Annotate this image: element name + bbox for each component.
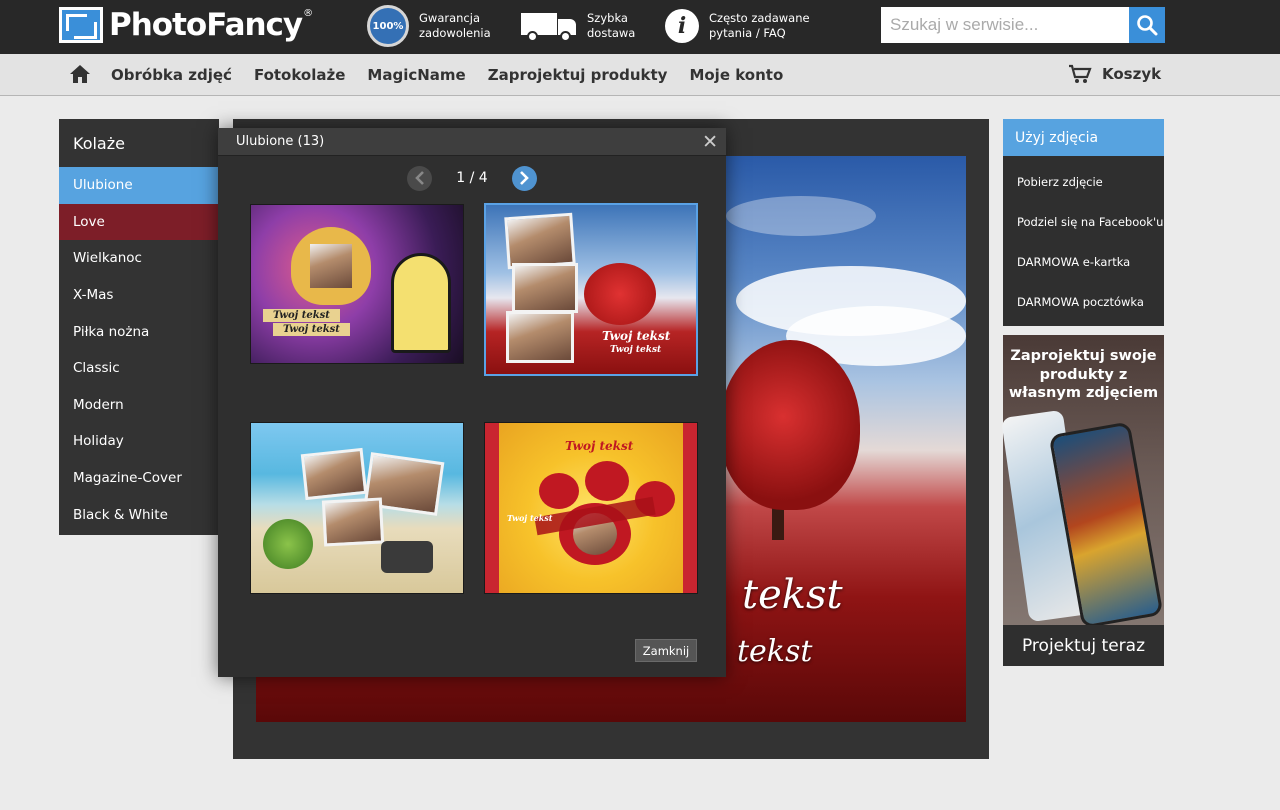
heart-tree: [584, 263, 656, 325]
sidebar-item-favorites[interactable]: Ulubione: [59, 167, 219, 204]
thumb-photo: [504, 212, 576, 270]
nav-collages[interactable]: Fotokolaże: [254, 66, 345, 84]
favorite-thumb-3[interactable]: [250, 422, 464, 594]
favorite-thumb-4[interactable]: Twoj tekst Twoj tekst: [484, 422, 698, 594]
heart-frame: [539, 473, 579, 509]
feature-guarantee[interactable]: 100% Gwarancja zadowolenia: [367, 5, 491, 47]
pager: 1 / 4: [218, 165, 726, 191]
logo-registered: ®: [303, 8, 314, 19]
feature-line2: pytania / FAQ: [709, 26, 786, 40]
home-icon: [70, 65, 90, 83]
nav-magicname[interactable]: MagicName: [367, 66, 465, 84]
use-photo-panel: Użyj zdjęcia Pobierz zdjęcie Podziel się…: [1003, 119, 1164, 326]
favorite-thumb-2[interactable]: Twoj tekst Twoj tekst: [484, 203, 698, 376]
sidebar-item-holiday[interactable]: Holiday: [59, 423, 219, 460]
thumb-label: Twoj tekst: [565, 439, 634, 453]
feature-faq[interactable]: i Często zadawane pytania / FAQ: [665, 6, 810, 46]
search-input[interactable]: [881, 7, 1129, 43]
sidebar-item-black-white[interactable]: Black & White: [59, 496, 219, 533]
info-icon: i: [665, 9, 699, 43]
sidebar-item-xmas[interactable]: X-Mas: [59, 277, 219, 314]
thumb-label: Twoj tekst: [507, 513, 553, 523]
cartoon-couple: [391, 253, 451, 353]
prev-page-button[interactable]: [407, 165, 433, 191]
next-page-button[interactable]: [511, 165, 537, 191]
share-facebook-link[interactable]: Podziel się na Facebook'u: [1003, 202, 1164, 242]
thumb-photo: [307, 241, 355, 291]
sidebar-item-easter[interactable]: Wielkanoc: [59, 240, 219, 277]
feature-line2: dostawa: [587, 26, 636, 40]
top-header: PhotoFancy ® 100% Gwarancja zadowolenia …: [0, 0, 1280, 54]
close-icon[interactable]: ✕: [702, 132, 718, 152]
feature-line1: Gwarancja: [419, 11, 480, 25]
search-button[interactable]: [1129, 7, 1165, 43]
free-ecard-link[interactable]: DARMOWA e-kartka: [1003, 242, 1164, 282]
feature-line1: Szybka: [587, 11, 628, 25]
search-bar: [881, 7, 1165, 43]
nav-design-products[interactable]: Zaprojektuj produkty: [488, 66, 668, 84]
page-indicator: 1 / 4: [456, 170, 488, 186]
feature-line1: Często zadawane: [709, 11, 810, 25]
thumb-label: Twoj tekst: [610, 345, 662, 355]
thumb-label: Twoj tekst: [602, 329, 671, 343]
design-now-button[interactable]: Projektuj teraz: [1003, 625, 1164, 666]
logo[interactable]: PhotoFancy ®: [59, 6, 313, 44]
thumb-label: Twoj tekst: [263, 309, 340, 322]
free-postcard-link[interactable]: DARMOWA pocztówka: [1003, 282, 1164, 322]
thumb-photo: [512, 263, 578, 313]
favorite-thumb-1[interactable]: Twoj tekst Twoj tekst: [250, 204, 464, 364]
sidebar-item-football[interactable]: Piłka nożna: [59, 313, 219, 350]
modal-title: Ulubione (13): [218, 128, 726, 156]
sidebar-item-modern[interactable]: Modern: [59, 387, 219, 424]
feature-line2: zadowolenia: [419, 26, 491, 40]
collage-sidebar: Kolaże Ulubione Love Wielkanoc X-Mas Pił…: [59, 119, 219, 535]
thumb-label: Twoj tekst: [273, 323, 350, 336]
cart-label: Koszyk: [1102, 65, 1162, 83]
logo-text: PhotoFancy: [109, 7, 303, 43]
home-button[interactable]: [69, 64, 91, 88]
sidebar-title: Kolaże: [73, 134, 125, 153]
cart-icon: [1069, 64, 1092, 83]
main-nav: Obróbka zdjęć Fotokolaże MagicName Zapro…: [0, 54, 1280, 96]
nav-photo-editing[interactable]: Obróbka zdjęć: [111, 66, 232, 84]
preview-text-2: tekst: [737, 634, 813, 669]
heart-frame: [585, 461, 629, 501]
guarantee-seal-icon: 100%: [367, 5, 409, 47]
logo-mark-icon: [59, 7, 103, 43]
download-photo-link[interactable]: Pobierz zdjęcie: [1003, 162, 1164, 202]
nav-my-account[interactable]: Moje konto: [689, 66, 783, 84]
camera-image: [381, 541, 433, 573]
cocktail-image: [263, 519, 313, 569]
thumb-photo: [321, 497, 385, 547]
promo-title: Zaprojektuj swoje produkty z własnym zdj…: [1008, 348, 1159, 401]
cart-link[interactable]: Koszyk: [1068, 64, 1161, 84]
sidebar-item-magazine-cover[interactable]: Magazine-Cover: [59, 460, 219, 497]
sidebar-item-classic[interactable]: Classic: [59, 350, 219, 387]
truck-icon: [521, 11, 577, 42]
chevron-left-icon: [414, 171, 424, 185]
chevron-right-icon: [520, 171, 530, 185]
search-icon: [1137, 15, 1158, 36]
use-photo-title: Użyj zdjęcia: [1003, 119, 1164, 156]
design-products-promo[interactable]: Zaprojektuj swoje produkty z własnym zdj…: [1000, 335, 1164, 666]
preview-text-1: tekst: [742, 572, 843, 618]
heart-tree: [720, 340, 860, 510]
sidebar-item-love[interactable]: Love: [59, 203, 219, 241]
thumb-photo: [300, 447, 368, 501]
thumb-photo: [506, 311, 574, 363]
close-modal-button[interactable]: Zamknij: [635, 639, 697, 662]
feature-delivery[interactable]: Szybka dostawa: [521, 6, 635, 46]
